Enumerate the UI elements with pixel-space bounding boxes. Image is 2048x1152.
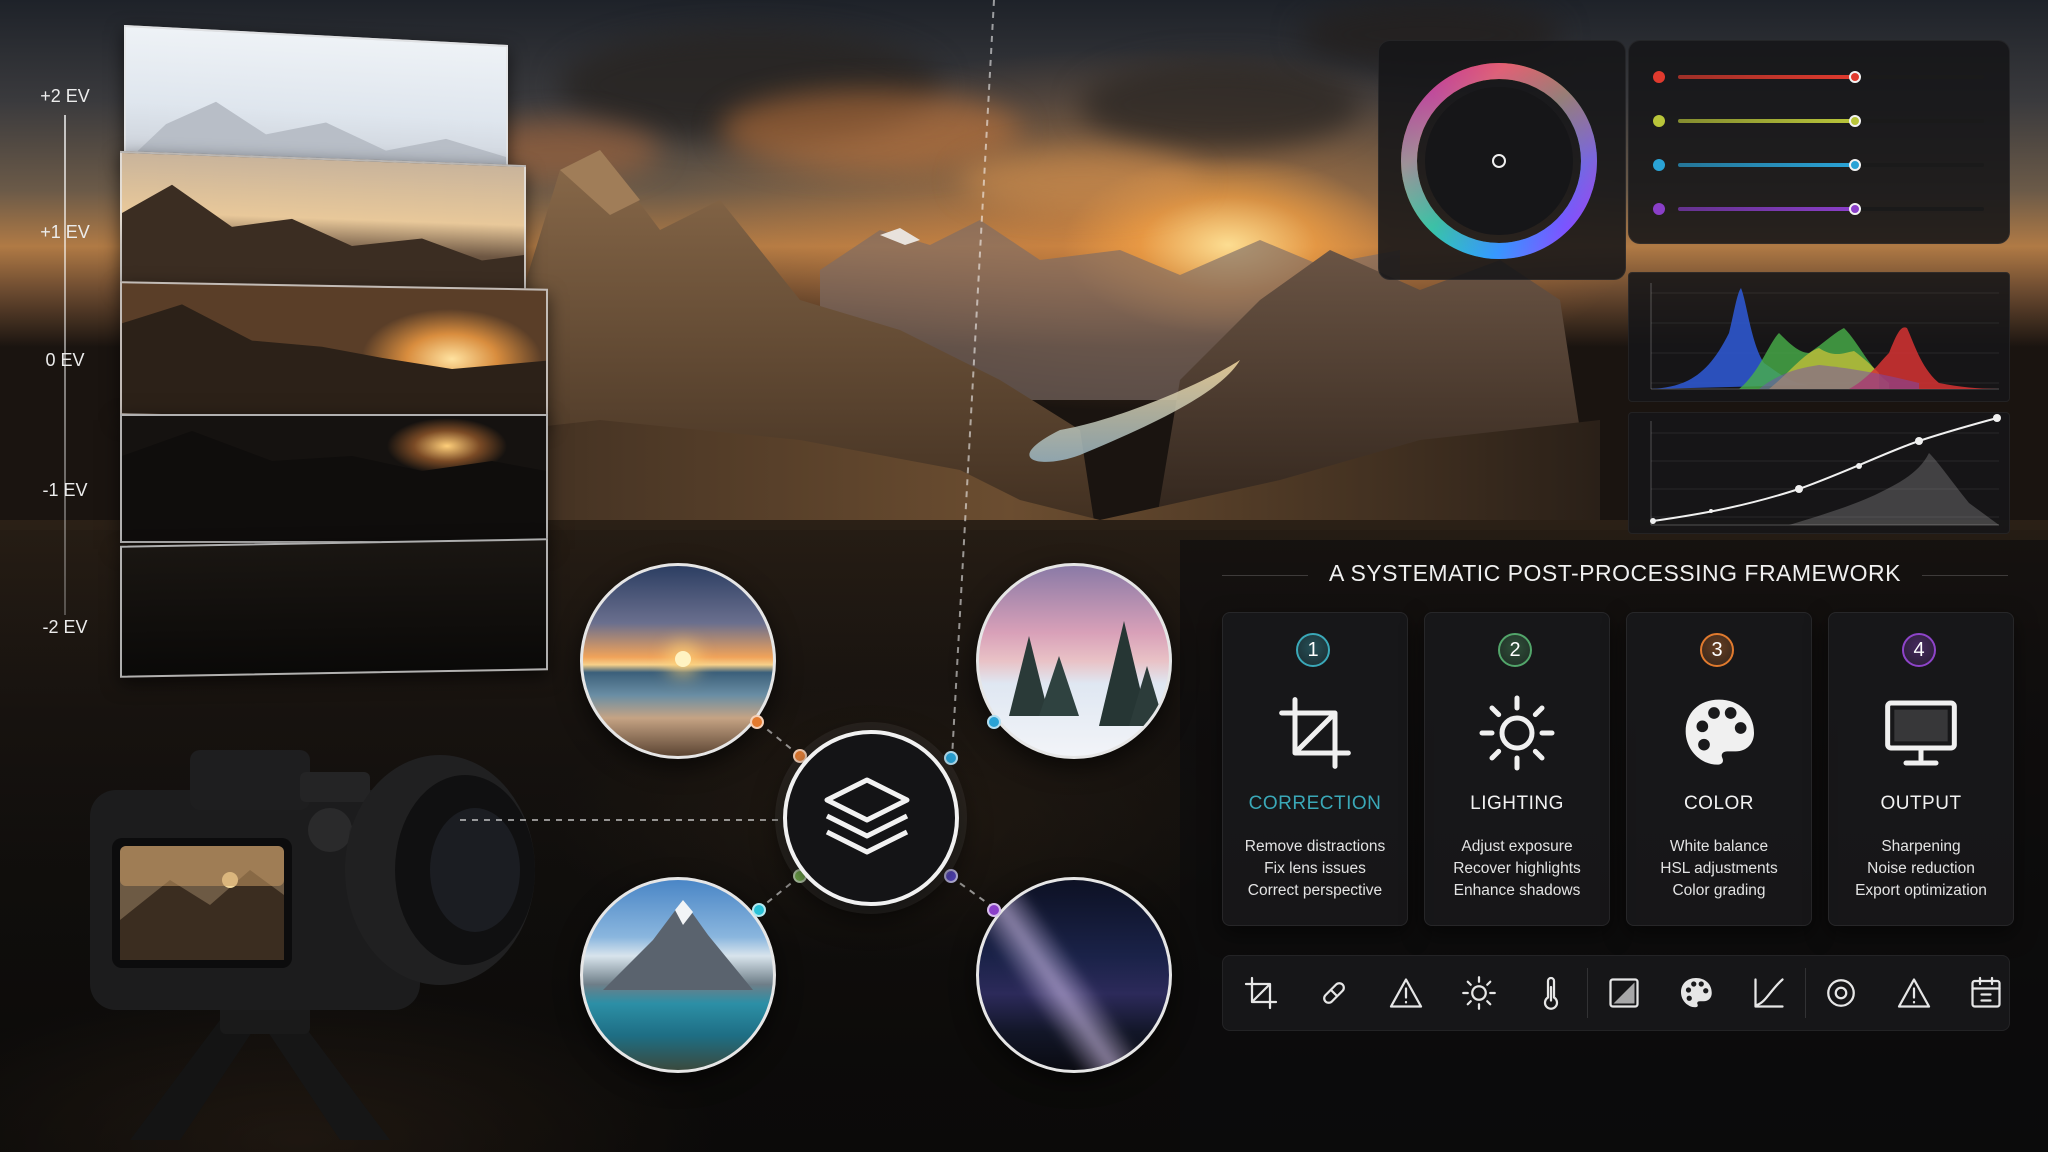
ev-label-plus2: +2 EV	[40, 86, 90, 106]
slider-knob[interactable]	[1849, 159, 1861, 171]
slider-knob[interactable]	[1849, 203, 1861, 215]
step-description-line: Remove distractions	[1244, 838, 1386, 855]
connector-node-cyan	[752, 903, 766, 917]
step-description-line: Adjust exposure	[1461, 838, 1573, 855]
step-description-line: Sharpening	[1881, 838, 1961, 855]
step-card-lighting[interactable]: 2 LIGHTING Adjust exposure Recover highligh…	[1424, 612, 1610, 926]
thermometer-icon[interactable]	[1533, 975, 1569, 1011]
thumbnail-milky-way-night[interactable]	[976, 877, 1172, 1073]
step-card-color[interactable]: 3 COLOR White balance HSL adjustments Color …	[1626, 612, 1812, 926]
slider-color-dot	[1653, 203, 1665, 215]
palette-icon[interactable]	[1678, 975, 1714, 1011]
slider-color-dot	[1653, 159, 1665, 171]
slider-fill	[1678, 75, 1855, 79]
tone-curve-panel	[1628, 412, 2010, 534]
toolbar-separator	[1805, 968, 1806, 1018]
step-description-line: Fix lens issues	[1264, 860, 1366, 877]
warning-triangle-icon[interactable]	[1388, 975, 1424, 1011]
slider-fill	[1678, 119, 1855, 123]
slider-knob[interactable]	[1849, 115, 1861, 127]
thumbnail-snowy-forest[interactable]	[976, 563, 1172, 759]
healing-brush-icon[interactable]	[1316, 975, 1352, 1011]
slider-fill	[1678, 163, 1855, 167]
rgb-histogram	[1650, 283, 1999, 390]
step-description: Remove distractions Fix lens issues Correc…	[1223, 836, 1407, 902]
connector-node-blue	[987, 715, 1001, 729]
step-description-line: Noise reduction	[1867, 860, 1975, 877]
step-description-line: Enhance shadows	[1453, 882, 1581, 899]
monitor-icon	[1881, 693, 1961, 773]
ev-label-0: 0 EV	[45, 350, 85, 370]
crop-icon[interactable]	[1243, 975, 1279, 1011]
crop-icon	[1275, 693, 1355, 773]
thumbnail-beach-sunset[interactable]	[580, 563, 776, 759]
connector-node-orange	[750, 715, 764, 729]
toolbar-separator	[1587, 968, 1588, 1018]
step-description: Adjust exposure Recover highlights Enhance…	[1425, 836, 1609, 902]
step-description-line: Color grading	[1672, 882, 1766, 899]
sun-icon[interactable]	[1461, 975, 1497, 1011]
curve-icon[interactable]	[1751, 975, 1787, 1011]
framework-title: A SYSTEMATIC POST-PROCESSING FRAMEWORK	[1329, 560, 1901, 586]
step-title: COLOR	[1683, 793, 1755, 814]
connector-node-purple	[987, 903, 1001, 917]
step-card-correction[interactable]: 1 CORRECTION Remove distractions Fix lens i…	[1222, 612, 1408, 926]
tone-curve[interactable]	[1629, 413, 2009, 533]
step-title: CORRECTION	[1248, 793, 1382, 814]
step-title: LIGHTING	[1470, 793, 1564, 814]
exposure-frame-minus1	[120, 414, 548, 543]
step-description-line: White balance	[1669, 838, 1769, 855]
histogram-panel	[1628, 272, 2010, 402]
color-wheel[interactable]	[1379, 41, 1625, 279]
step-number-badge: 3	[1700, 633, 1734, 667]
exposure-frame-plus1	[120, 150, 526, 300]
warning-triangle-icon[interactable]	[1896, 975, 1932, 1011]
step-number-badge: 1	[1296, 633, 1330, 667]
ev-label-plus1: +1 EV	[40, 222, 90, 242]
slider-color-dot	[1653, 71, 1665, 83]
ev-label-minus1: -1 EV	[42, 480, 88, 500]
step-description: Sharpening Noise reduction Export optimiza…	[1829, 836, 2013, 902]
calendar-grid-icon[interactable]	[1968, 975, 2004, 1011]
hsl-sliders-panel	[1628, 40, 2010, 244]
thumbnail-mountain-lake[interactable]	[580, 877, 776, 1073]
step-description-line: HSL adjustments	[1660, 860, 1778, 877]
exposure-frame-minus2	[120, 538, 548, 678]
palette-icon	[1679, 693, 1759, 773]
step-description: White balance HSL adjustments Color gradin…	[1627, 836, 1811, 902]
layers-hub[interactable]	[783, 730, 959, 906]
step-title: OUTPUT	[1880, 793, 1962, 814]
editing-toolbar	[1222, 955, 2010, 1031]
exposure-frame-0	[120, 281, 548, 423]
gradient-square-icon[interactable]	[1606, 975, 1642, 1011]
slider-knob[interactable]	[1849, 71, 1861, 83]
step-description-line: Recover highlights	[1453, 860, 1581, 877]
step-card-output[interactable]: 4 OUTPUT Sharpening Noise reduction Export o…	[1828, 612, 2014, 926]
step-number-badge: 2	[1498, 633, 1532, 667]
ev-label-minus2: -2 EV	[42, 617, 88, 637]
camera-on-tripod	[90, 750, 535, 1140]
step-description-line: Export optimization	[1855, 882, 1987, 899]
step-description-line: Correct perspective	[1247, 882, 1383, 899]
sun-icon	[1477, 693, 1557, 773]
slider-color-dot	[1653, 115, 1665, 127]
layers-icon	[824, 777, 910, 855]
color-wheel-panel	[1378, 40, 1626, 280]
target-icon[interactable]	[1823, 975, 1859, 1011]
slider-fill	[1678, 207, 1855, 211]
step-number-badge: 4	[1902, 633, 1936, 667]
